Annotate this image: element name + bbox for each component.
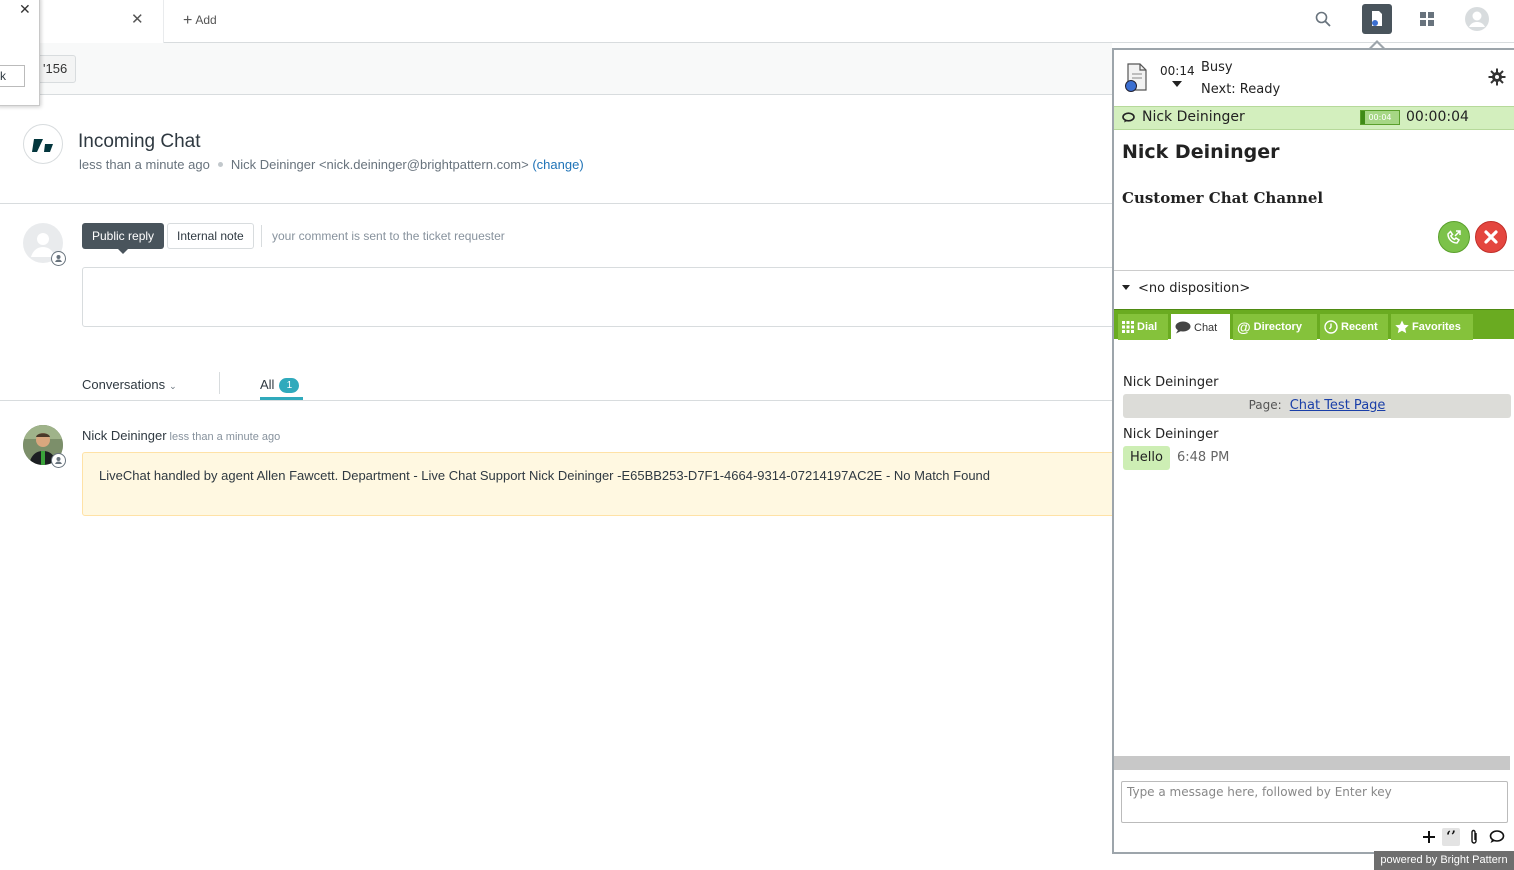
interaction-duration: 00:00:04 — [1406, 109, 1469, 125]
agent-state-icon[interactable] — [1124, 62, 1150, 92]
page-label: Page: — [1248, 398, 1282, 412]
ticket-channel-avatar — [23, 124, 63, 164]
change-requester-link[interactable]: (change) — [532, 157, 583, 172]
separator-dot — [217, 162, 223, 167]
popover-input[interactable]: k — [0, 65, 25, 87]
tab-dial[interactable]: Dial — [1118, 314, 1168, 340]
comment-body: LiveChat handled by agent Allen Fawcett.… — [82, 452, 1122, 516]
dialpad-icon — [1122, 321, 1134, 333]
tab-all-label: All — [260, 377, 275, 392]
powered-by-label: powered by Bright Pattern — [1374, 851, 1514, 870]
end-interaction-button[interactable] — [1475, 221, 1507, 253]
agent-desktop-app-icon[interactable] — [1362, 4, 1392, 34]
divider — [219, 372, 220, 394]
chat-sender-name: Nick Deininger — [1123, 427, 1219, 442]
chat-bubble-icon[interactable] — [1488, 828, 1506, 846]
mini-timer-label: 00:04 — [1368, 113, 1392, 122]
disposition-dropdown[interactable]: <no disposition> — [1122, 281, 1250, 296]
at-sign-icon: @ — [1237, 319, 1251, 335]
tab-directory[interactable]: @ Directory — [1233, 314, 1317, 340]
conversations-filter-dropdown[interactable]: Conversations ⌄ — [82, 377, 177, 392]
tab-favorites[interactable]: Favorites — [1391, 314, 1473, 340]
chat-message-bubble: Hello — [1123, 446, 1170, 470]
chat-test-page-link[interactable]: Chat Test Page — [1290, 398, 1386, 413]
comment-timestamp: less than a minute ago — [169, 431, 281, 443]
channel-name: Customer Chat Channel — [1122, 189, 1324, 207]
active-interaction-row[interactable]: Nick Deininger 00:04 00:00:04 — [1114, 106, 1514, 130]
chat-bubble-icon — [1122, 112, 1135, 123]
ticket-subheader: '156 — [0, 43, 1112, 95]
popover-panel: ✕ k — [0, 0, 40, 106]
page-info-row: Page: Chat Test Page — [1123, 394, 1511, 418]
tab-dial-label: Dial — [1137, 321, 1158, 333]
chat-message-input[interactable]: Type a message here, followed by Enter k… — [1121, 781, 1508, 823]
divider — [0, 203, 1112, 204]
count-badge: 1 — [279, 378, 300, 393]
comment-author-name[interactable]: Nick Deininger — [82, 428, 167, 443]
conversations-label: Conversations — [82, 377, 166, 392]
tab-chat-label: Chat — [1194, 321, 1218, 334]
state-dropdown-arrow-icon[interactable] — [1172, 81, 1182, 87]
contact-name: Nick Deininger — [1122, 141, 1280, 163]
close-icon[interactable]: ✕ — [19, 1, 31, 18]
chat-sender-name: Nick Deininger — [1123, 375, 1219, 390]
interaction-progress-bar: 00:04 — [1360, 110, 1400, 125]
top-navigation-bar: ✕ + Add — [0, 0, 1514, 43]
user-badge-icon — [51, 453, 66, 468]
close-icon — [1484, 230, 1498, 244]
divider — [1114, 270, 1514, 271]
transfer-button[interactable] — [1438, 221, 1470, 253]
internal-note-button[interactable]: Internal note — [167, 223, 254, 249]
add-tab-label: Add — [195, 13, 217, 27]
ticket-meta: less than a minute ago Nick Deininger <ni… — [79, 157, 584, 172]
tab-recent[interactable]: Recent — [1320, 314, 1388, 340]
agent-status: Busy — [1201, 60, 1233, 75]
agent-tabs-bar: Dial Chat @ Directory Recent Favorites — [1114, 309, 1514, 341]
add-tab-button[interactable]: + Add — [183, 12, 217, 30]
comment-textarea[interactable] — [82, 267, 1122, 327]
divider — [0, 400, 1112, 401]
comment-header: Nick Deininger less than a minute ago — [82, 428, 280, 443]
clock-icon — [1324, 320, 1338, 334]
transfer-icon — [1447, 230, 1461, 244]
tab-recent-label: Recent — [1341, 321, 1378, 333]
attachment-icon[interactable] — [1465, 828, 1483, 846]
tab-favorites-label: Favorites — [1412, 321, 1461, 333]
chat-message-time: 6:48 PM — [1177, 450, 1230, 465]
chat-bubble-icon — [1175, 321, 1191, 334]
agent-desktop-panel: 00:14 Busy Next: Ready Nick Deininger 00… — [1112, 48, 1514, 854]
disposition-value: <no disposition> — [1138, 281, 1251, 296]
agent-next-status: Next: Ready — [1201, 82, 1281, 97]
tab-directory-label: Directory — [1253, 321, 1302, 333]
add-icon[interactable] — [1420, 828, 1438, 846]
tab-chat[interactable]: Chat — [1171, 314, 1230, 341]
tab-all[interactable]: All 1 — [260, 377, 300, 393]
ticket-title: Incoming Chat — [78, 131, 201, 152]
divider — [261, 225, 262, 247]
public-reply-button[interactable]: Public reply — [82, 223, 165, 254]
user-profile-icon[interactable] — [1462, 4, 1492, 34]
active-contact-name: Nick Deininger — [1142, 109, 1245, 125]
user-badge-icon — [51, 251, 66, 266]
ticket-requester: Nick Deininger <nick.deininger@brightpat… — [230, 157, 529, 172]
close-tab-icon[interactable]: ✕ — [131, 10, 144, 28]
search-icon[interactable] — [1308, 4, 1338, 34]
chevron-down-icon: ⌄ — [169, 381, 177, 391]
ticket-id-pill[interactable]: '156 — [34, 55, 77, 83]
state-timer: 00:14 — [1160, 64, 1195, 78]
chevron-down-icon — [1122, 285, 1130, 290]
zendesk-logo-icon — [32, 139, 53, 152]
gear-icon[interactable] — [1488, 68, 1506, 86]
plus-icon: + — [183, 12, 193, 29]
ticket-created-time: less than a minute ago — [79, 157, 210, 172]
apps-grid-icon[interactable] — [1412, 4, 1442, 34]
star-icon — [1395, 320, 1409, 334]
composer-hint: your comment is sent to the ticket reque… — [272, 229, 505, 243]
canned-response-icon[interactable]: ‘’ — [1442, 828, 1460, 846]
chat-splitter[interactable] — [1114, 756, 1510, 770]
